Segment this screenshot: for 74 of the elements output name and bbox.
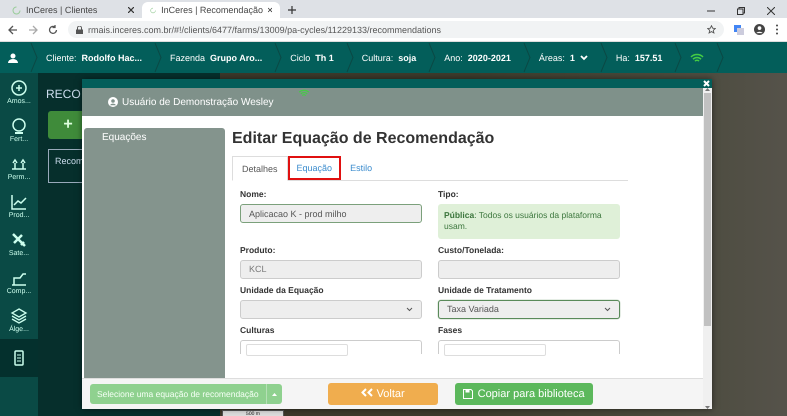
user-icon: [108, 97, 118, 107]
reload-icon[interactable]: [48, 24, 58, 34]
chevron-down-icon: [604, 306, 611, 312]
nav-label: Ano:: [444, 52, 463, 62]
wifi-icon: [298, 89, 310, 97]
dialog-title: Editar Equação de Recomendação: [232, 130, 496, 148]
field-label: Nome:: [240, 189, 268, 199]
breadcrumb-separator-icon: [522, 42, 531, 73]
breadcrumb-separator-icon: [346, 42, 354, 73]
chevron-down-icon[interactable]: [580, 54, 588, 60]
new-tab-icon[interactable]: [288, 6, 296, 14]
panel-title: RECO: [46, 87, 82, 101]
field-label: Custo/Tonelada:: [438, 244, 505, 255]
tab[interactable]: Equação: [288, 156, 342, 180]
field-label: Fases: [438, 324, 464, 335]
nav-value[interactable]: Rodolfo Hac...: [82, 52, 142, 62]
nav-value[interactable]: 157.51: [634, 52, 662, 62]
breadcrumb-separator-icon: [154, 42, 162, 73]
double-chevron-left-icon: [360, 388, 374, 397]
scroll-down-icon[interactable]: [705, 406, 710, 409]
nav-value[interactable]: 2020-2021: [468, 52, 511, 62]
user-icon[interactable]: [8, 52, 18, 62]
menu-icon[interactable]: [775, 24, 779, 35]
nav-label: Cultura:: [362, 52, 394, 62]
star-icon[interactable]: [707, 25, 716, 34]
multi-select-field[interactable]: [240, 340, 422, 354]
close-icon[interactable]: [128, 7, 134, 13]
breadcrumb-separator-icon: [428, 42, 436, 73]
breadcrumb-separator-icon: [600, 42, 608, 73]
select-field[interactable]: Taxa Variada: [438, 300, 620, 319]
field-label: Culturas: [240, 324, 276, 335]
loading-icon: [150, 6, 156, 14]
multi-select-field[interactable]: [438, 340, 620, 354]
wifi-icon: [690, 52, 704, 62]
address-bar[interactable]: rmais.inceres.com.br/#!/clients/6477/farms/13009/pa-cycles/11229133/recommendations: [68, 21, 724, 38]
translate-icon[interactable]: [734, 24, 744, 34]
caret-up-icon: [272, 392, 277, 396]
profile-icon[interactable]: [754, 24, 765, 35]
info-alert: Pública: Todos os usuários da plataforma usam.: [438, 204, 620, 239]
breadcrumb-separator-icon: [274, 42, 282, 73]
field-label: Tipo:: [438, 189, 460, 199]
layers-icon: [10, 307, 28, 325]
breadcrumb-separator-icon: [716, 42, 724, 73]
text-field[interactable]: Aplicacao K - prod milho: [240, 204, 422, 223]
scrollbar-thumb[interactable]: [704, 93, 711, 326]
nav-value[interactable]: Th 1: [315, 52, 334, 62]
close-icon[interactable]: [268, 7, 272, 13]
nav-label: Fazenda: [170, 52, 206, 62]
browser-tab[interactable]: InCeres | Clientes: [4, 2, 142, 18]
side-panel-title: Equações: [102, 132, 146, 143]
browser-tab[interactable]: InCeres | Recomendação: [142, 2, 280, 18]
nav-label: Ha:: [616, 52, 630, 62]
field-label: Produto:: [240, 244, 276, 255]
nav-label: Ciclo: [290, 52, 310, 62]
field-label: Unidade de Tratamento: [438, 284, 533, 295]
select-field[interactable]: [240, 300, 422, 319]
tab[interactable]: Estilo: [341, 156, 382, 180]
lock-icon: [76, 26, 83, 34]
user-name: Usuário de Demonstração Wesley: [122, 96, 274, 108]
chevron-down-icon: [406, 306, 413, 312]
loading-icon: [12, 6, 21, 14]
nav-label: Cliente:: [46, 52, 77, 62]
back-icon[interactable]: [8, 24, 18, 34]
field-label: Unidade da Equação: [240, 284, 325, 295]
breadcrumb-separator-icon: [674, 42, 682, 73]
tab[interactable]: Detalhes: [232, 156, 288, 181]
nav-value[interactable]: 1: [570, 52, 575, 62]
close-icon[interactable]: [767, 7, 775, 15]
nav-label: Áreas:: [538, 52, 565, 62]
nav-value[interactable]: soja: [398, 52, 416, 62]
nav-value[interactable]: Grupo Aro...: [210, 52, 262, 62]
restore-icon[interactable]: [737, 7, 745, 15]
chart-icon: [10, 193, 28, 211]
sidebar-item[interactable]: [0, 339, 38, 377]
